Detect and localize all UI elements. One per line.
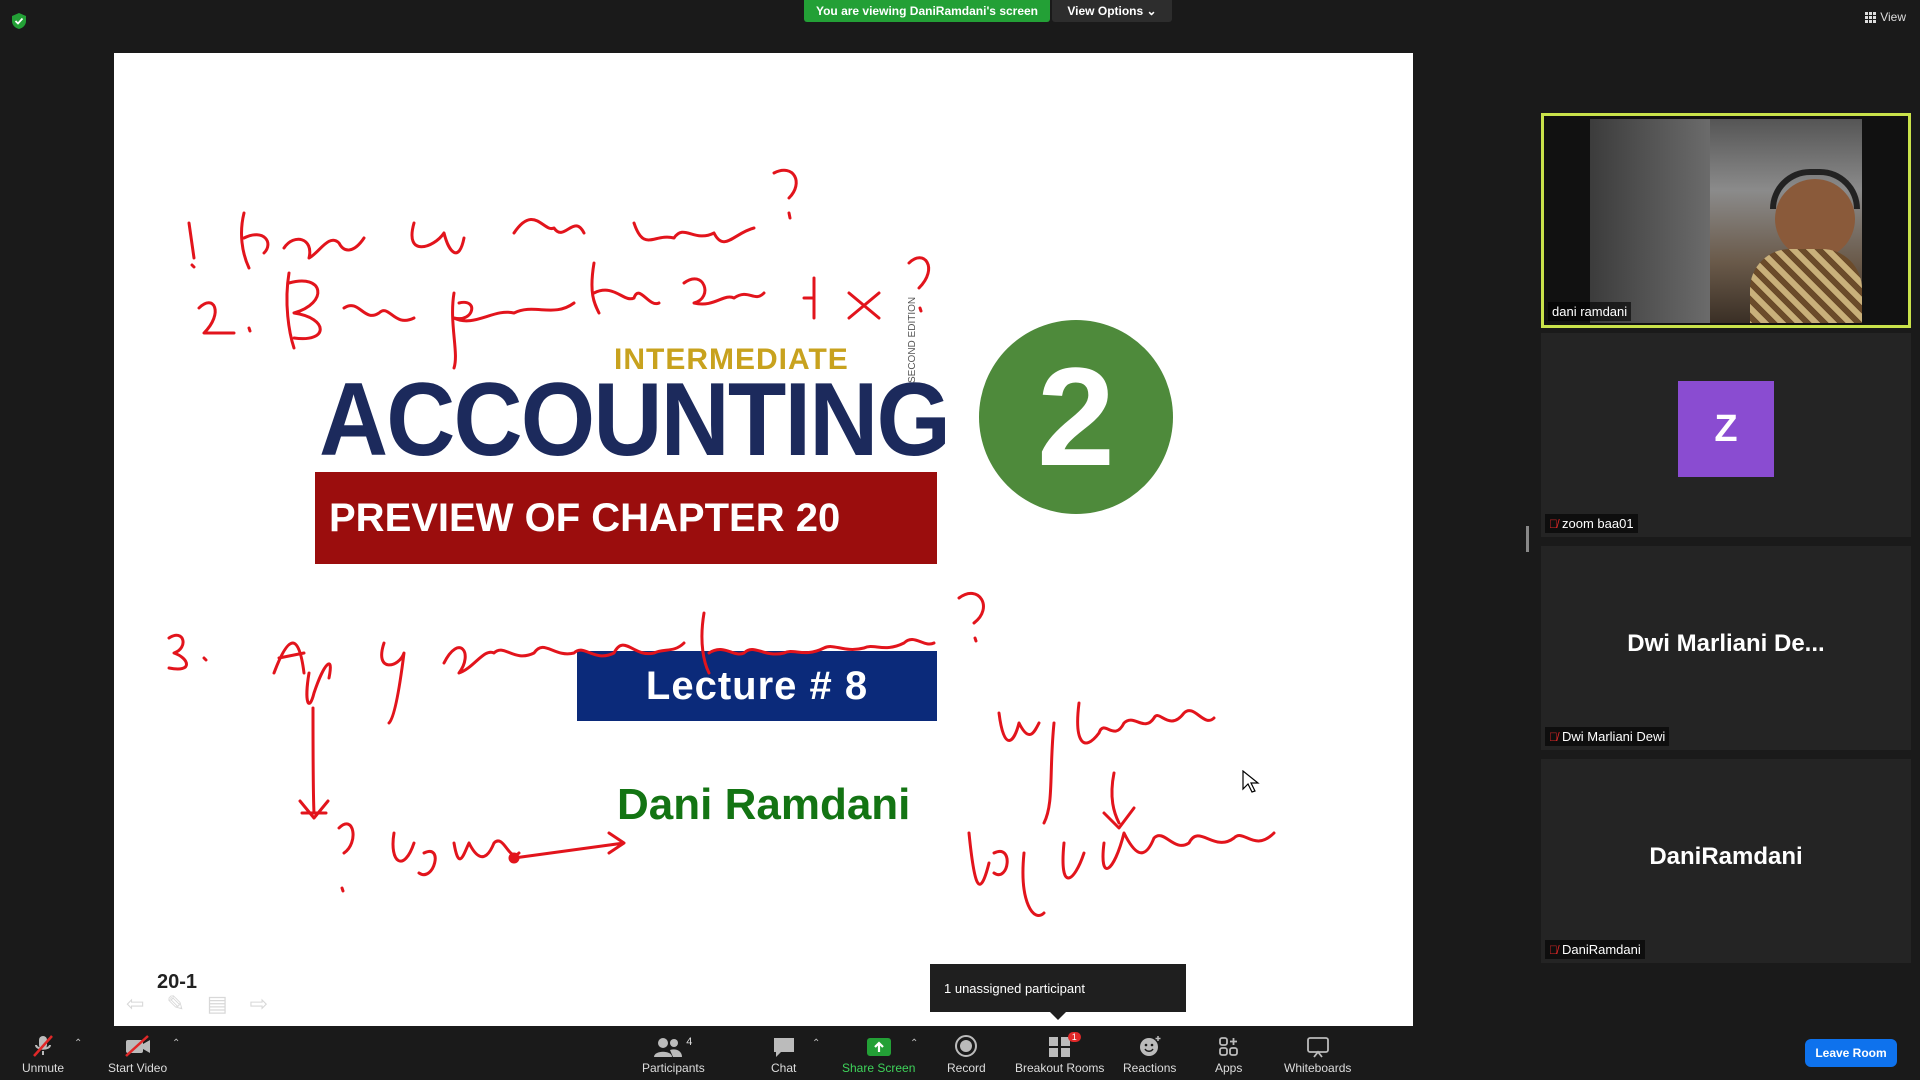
share-options-caret-icon[interactable]: ⌃ [910, 1038, 918, 1049]
participant-name-tag: 🎙̸ Dwi Marliani Dewi [1545, 727, 1670, 746]
video-off-icon [124, 1035, 150, 1057]
slide-controls: ⇦ ✎ ▤ ⇨ [126, 991, 268, 1017]
start-video-label: Start Video [108, 1061, 168, 1075]
participant-display-name: DaniRamdani [1649, 843, 1803, 870]
participant-display-name: Dwi Marliani De... [1627, 630, 1825, 657]
start-video-button[interactable]: Start Video [108, 1032, 167, 1075]
security-shield-icon[interactable] [10, 12, 28, 30]
breakout-rooms-button[interactable]: 1 Breakout Rooms [1015, 1032, 1104, 1075]
view-options-button[interactable]: View Options ⌄ [1052, 0, 1172, 22]
record-icon [955, 1035, 978, 1057]
muted-microphone-icon: 🎙̸ [1549, 942, 1558, 957]
mouse-cursor-icon [1242, 770, 1260, 793]
participant-video [1590, 119, 1862, 323]
participant-tile-avatar[interactable]: Z 🎙̸ zoom baa01 [1541, 333, 1911, 537]
breakout-rooms-label: Breakout Rooms [1015, 1061, 1105, 1075]
participants-button[interactable]: 4 Participants [642, 1032, 705, 1075]
chat-bubble-icon [773, 1038, 794, 1057]
arrow-left-icon: ⇦ [126, 991, 145, 1016]
view-label: View [1880, 10, 1906, 24]
reactions-button[interactable]: Reactions [1123, 1032, 1176, 1075]
share-screen-icon [866, 1038, 891, 1056]
grid-icon [1865, 11, 1877, 23]
handwritten-annotations [167, 168, 1276, 917]
participant-name: Dwi Marliani Dewi [1562, 729, 1666, 744]
avatar: Z [1678, 381, 1774, 477]
microphone-muted-icon [33, 1035, 53, 1057]
participant-name-tag: dani ramdani [1548, 302, 1632, 321]
muted-microphone-icon: 🎙̸ [1549, 516, 1558, 531]
chat-button[interactable]: Chat [771, 1032, 796, 1075]
chevron-down-icon: ⌄ [1146, 4, 1157, 18]
participant-name: DaniRamdani [1562, 942, 1641, 957]
participant-name-tag: 🎙̸ DaniRamdani [1545, 940, 1645, 959]
share-screen-button[interactable]: Share Screen [842, 1032, 915, 1075]
participants-icon [654, 1038, 683, 1057]
chat-options-caret-icon[interactable]: ⌃ [812, 1038, 820, 1049]
reactions-label: Reactions [1123, 1061, 1177, 1075]
participants-label: Participants [642, 1061, 705, 1075]
participant-name: dani ramdani [1552, 304, 1628, 319]
audio-options-caret-icon[interactable]: ⌃ [74, 1038, 82, 1049]
whiteboards-button[interactable]: Whiteboards [1284, 1032, 1351, 1075]
leave-room-button[interactable]: Leave Room [1805, 1039, 1897, 1067]
unmute-button[interactable]: Unmute [22, 1032, 64, 1075]
participant-tile-video[interactable]: dani ramdani [1541, 113, 1911, 328]
shared-screen-slide[interactable]: INTERMEDIATE ACCOUNTING SECOND EDITION P… [114, 53, 1413, 1027]
panel-resize-handle[interactable] [1526, 526, 1529, 552]
record-button[interactable]: Record [947, 1032, 986, 1075]
unmute-label: Unmute [22, 1061, 65, 1075]
participant-tile-name[interactable]: Dwi Marliani De... 🎙̸ Dwi Marliani Dewi [1541, 546, 1911, 750]
muted-microphone-icon: 🎙̸ [1549, 729, 1558, 744]
record-label: Record [947, 1061, 986, 1075]
unassigned-participant-tooltip: 1 unassigned participant [930, 964, 1186, 1020]
participant-name-tag: 🎙̸ zoom baa01 [1545, 514, 1638, 533]
view-options-label: View Options [1067, 4, 1144, 18]
whiteboards-label: Whiteboards [1284, 1061, 1352, 1075]
chat-label: Chat [771, 1061, 797, 1075]
view-layout-button[interactable]: View [1865, 10, 1906, 24]
breakout-badge: 1 [1067, 1032, 1081, 1042]
smiley-icon [1139, 1036, 1161, 1056]
apps-icon [1218, 1037, 1238, 1056]
meeting-toolbar: Unmute ⌃ Start Video ⌃ 4 Participants Ch… [0, 1026, 1920, 1080]
whiteboard-icon [1306, 1037, 1329, 1058]
pen-icon: ✎ [166, 991, 185, 1016]
video-options-caret-icon[interactable]: ⌃ [172, 1038, 180, 1049]
viewing-screen-banner: You are viewing DaniRamdani's screen [804, 0, 1050, 22]
arrow-right-icon: ⇨ [249, 991, 269, 1016]
participant-tile-name[interactable]: DaniRamdani 🎙̸ DaniRamdani [1541, 759, 1911, 963]
apps-button[interactable]: Apps [1215, 1032, 1242, 1075]
participant-name: zoom baa01 [1562, 516, 1634, 531]
share-screen-label: Share Screen [842, 1061, 916, 1075]
menu-icon: ▤ [206, 991, 228, 1016]
participants-count: 4 [686, 1036, 693, 1048]
apps-label: Apps [1215, 1061, 1243, 1075]
